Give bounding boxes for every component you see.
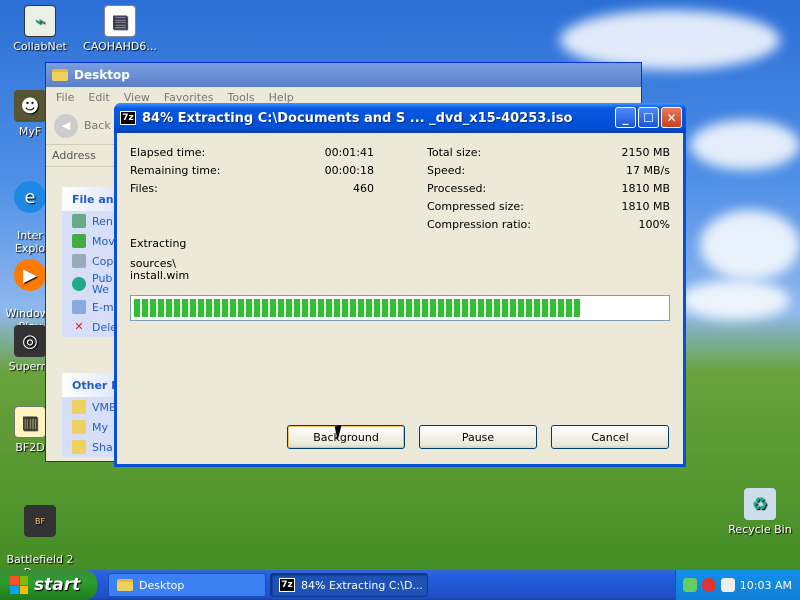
folder-icon (52, 69, 68, 81)
folder-icon (72, 400, 86, 414)
status-label: Extracting (130, 237, 187, 250)
windows-flag-icon (10, 576, 28, 594)
document-icon: ▤ (104, 5, 136, 37)
desktop-icon-collabnet[interactable]: ⌁ CollabNet (0, 5, 80, 53)
file-icon: ▥ (14, 406, 46, 438)
remaining-time-value: 00:00:18 (324, 164, 374, 177)
maximize-button[interactable]: ☐ (638, 107, 659, 128)
extract-dialog[interactable]: 7z 84% Extracting C:\Documents and S ...… (114, 103, 686, 467)
compressed-size-value: 1810 MB (621, 200, 670, 213)
files-value: 460 (353, 182, 374, 195)
clock[interactable]: 10:03 AM (740, 579, 792, 592)
battlefield-icon: BF (24, 505, 56, 537)
start-label: start (34, 575, 81, 595)
cancel-button[interactable]: Cancel (551, 425, 669, 449)
shortcut-icon: ◎ (14, 325, 46, 357)
folder-icon (117, 579, 133, 591)
taskbar-item-label: 84% Extracting C:\D... (301, 578, 423, 592)
menu-view[interactable]: View (124, 91, 150, 104)
folder-icon (72, 420, 86, 434)
dialog-title-bar[interactable]: 7z 84% Extracting C:\Documents and S ...… (114, 103, 686, 133)
network-icon[interactable] (682, 578, 697, 592)
minimize-icon: _ (622, 110, 629, 125)
minimize-button[interactable]: _ (615, 107, 636, 128)
menu-file[interactable]: File (56, 91, 74, 104)
processed-value: 1810 MB (621, 182, 670, 195)
my-folder-icon: ☻ (14, 90, 46, 122)
security-shield-icon[interactable] (701, 578, 716, 592)
taskbar-item-label: Desktop (139, 578, 185, 592)
desktop-icon-label: CollabNet (13, 40, 67, 53)
compression-ratio-label: Compression ratio: (427, 218, 531, 231)
rename-icon (72, 214, 86, 228)
speed-value: 17 MB/s (626, 164, 670, 177)
pause-button[interactable]: Pause (419, 425, 537, 449)
7zip-app-icon: 7z (120, 111, 136, 125)
7zip-app-icon: 7z (279, 578, 295, 592)
total-size-label: Total size: (427, 146, 482, 159)
desktop-icon-label: Recycle Bin (728, 523, 792, 536)
dialog-title: 84% Extracting C:\Documents and S ... _d… (142, 110, 573, 126)
system-tray: 10:03 AM (675, 570, 800, 600)
desktop-icon-recycle-bin[interactable]: ♻ Recycle Bin (720, 488, 800, 536)
speed-label: Speed: (427, 164, 466, 177)
folder-icon (72, 440, 86, 454)
taskbar-item-extracting[interactable]: 7z 84% Extracting C:\D... (270, 573, 428, 597)
taskbar: start Desktop 7z 84% Extracting C:\D... … (0, 570, 800, 600)
progress-bar (130, 295, 670, 321)
publish-globe-icon (72, 277, 86, 291)
close-icon: ✕ (666, 110, 677, 125)
menu-edit[interactable]: Edit (88, 91, 109, 104)
menu-favorites[interactable]: Favorites (164, 91, 214, 104)
total-size-value: 2150 MB (621, 146, 670, 159)
desktop-icon-label: CAOHAHD6... (83, 40, 157, 53)
email-icon (72, 300, 86, 314)
recycle-bin-icon: ♻ (744, 488, 776, 520)
progress-fill (134, 299, 581, 317)
explorer-title-bar[interactable]: Desktop (46, 63, 641, 87)
mouse-cursor-icon (334, 423, 352, 441)
explorer-title: Desktop (74, 68, 130, 82)
move-icon (72, 234, 86, 248)
menu-help[interactable]: Help (269, 91, 294, 104)
files-label: Files: (130, 182, 158, 195)
media-player-icon: ▶ (14, 259, 46, 291)
copy-icon (72, 254, 86, 268)
maximize-icon: ☐ (643, 110, 654, 125)
internet-explorer-icon: e (14, 181, 46, 213)
taskbar-item-desktop[interactable]: Desktop (108, 573, 266, 597)
desktop-icon-caohahd6[interactable]: ▤ CAOHAHD6... (80, 5, 160, 53)
processed-label: Processed: (427, 182, 487, 195)
collabnet-icon: ⌁ (24, 5, 56, 37)
close-button[interactable]: ✕ (661, 107, 682, 128)
compressed-size-label: Compressed size: (427, 200, 524, 213)
remaining-time-label: Remaining time: (130, 164, 221, 177)
address-label: Address (52, 149, 96, 162)
back-label[interactable]: Back (84, 119, 111, 132)
volume-icon[interactable] (720, 578, 735, 592)
current-file: install.wim (130, 269, 190, 282)
elapsed-time-label: Elapsed time: (130, 146, 206, 159)
compression-ratio-value: 100% (638, 218, 670, 231)
delete-x-icon: ✕ (74, 320, 84, 333)
menu-tools[interactable]: Tools (228, 91, 255, 104)
back-arrow-icon[interactable]: ◀ (54, 113, 78, 138)
start-button[interactable]: start (0, 570, 97, 600)
elapsed-time-value: 00:01:41 (324, 146, 374, 159)
